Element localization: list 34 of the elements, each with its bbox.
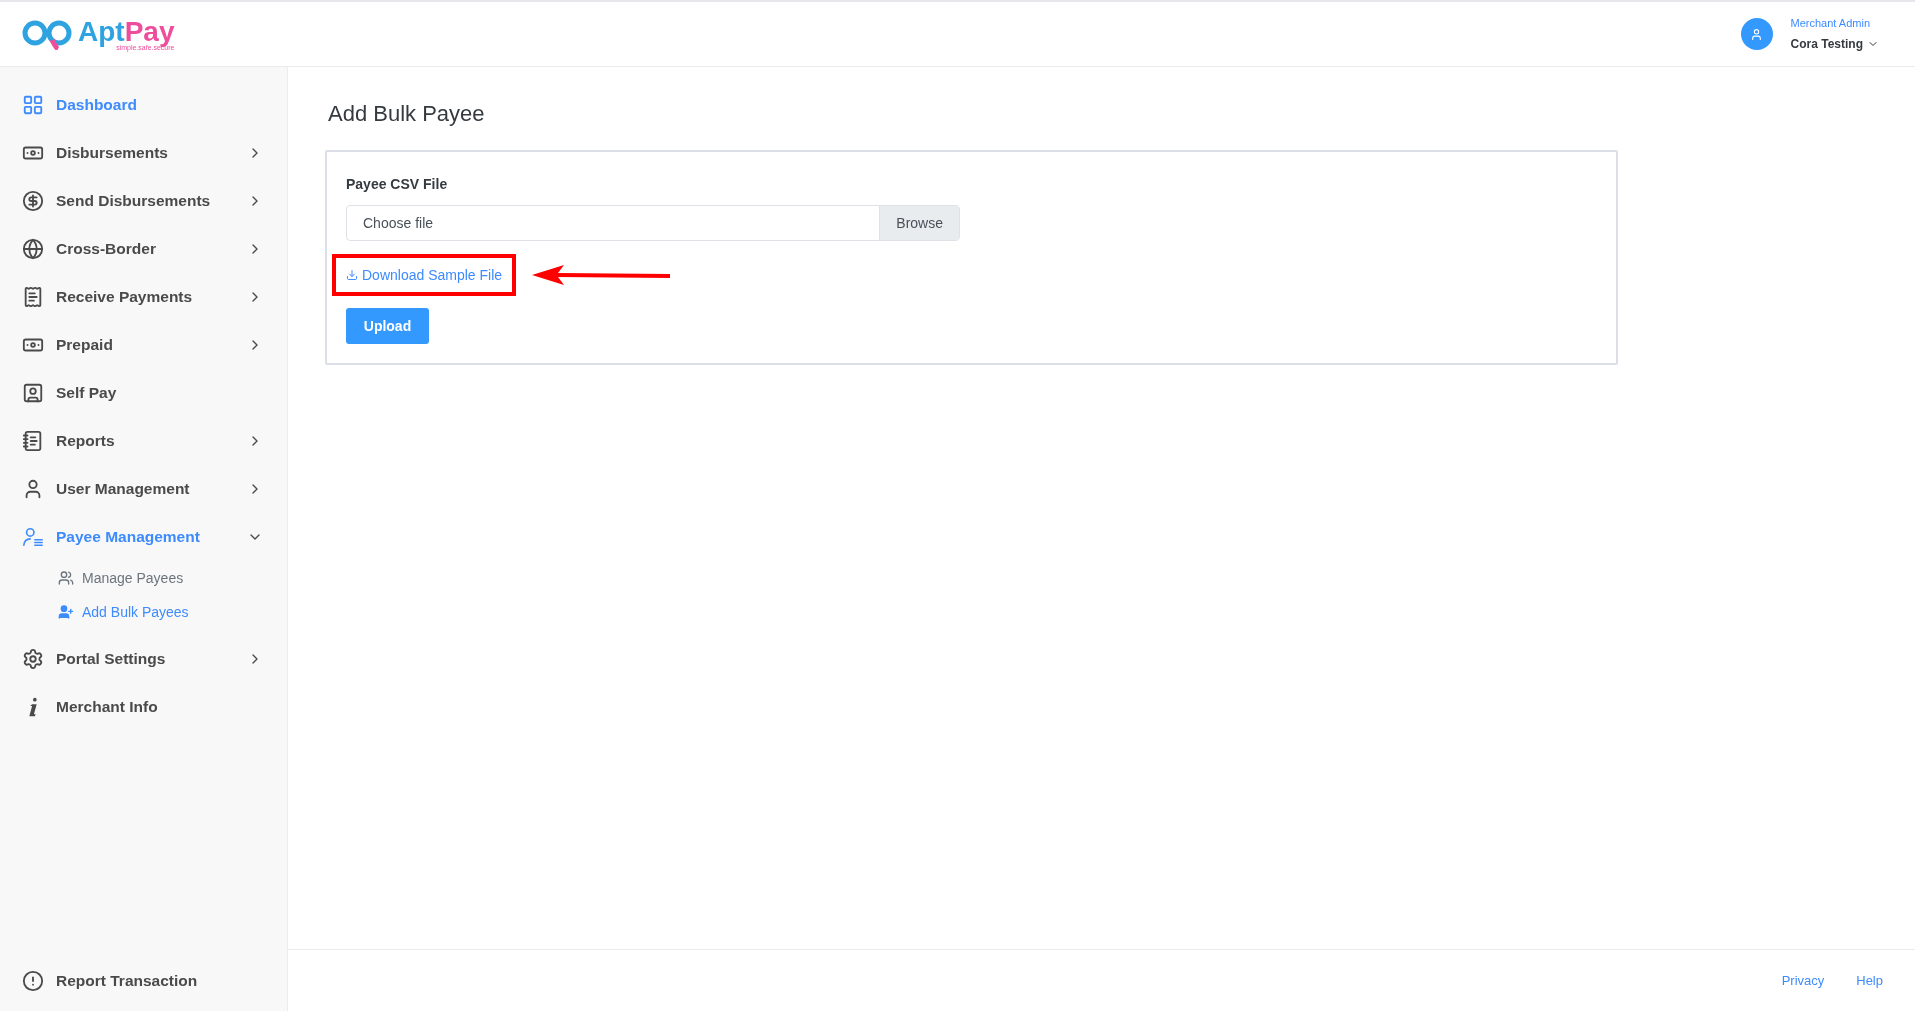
sidebar-item[interactable]: User Management <box>0 465 287 513</box>
sidebar-item[interactable]: Cross-Border <box>0 225 287 273</box>
avatar[interactable] <box>1740 18 1773 50</box>
user-icon <box>1750 27 1764 41</box>
dollar-icon <box>22 190 44 212</box>
person-list-icon <box>22 526 44 548</box>
sidebar-item[interactable]: Merchant Info <box>0 683 287 731</box>
receipt-icon <box>22 286 44 308</box>
file-input[interactable]: Choose file Browse <box>346 205 960 241</box>
sidebar-item[interactable]: Reports <box>0 417 287 465</box>
sidebar-item[interactable]: Self Pay <box>0 369 287 417</box>
settings-icon <box>22 648 44 670</box>
sidebar-item[interactable]: Portal Settings <box>0 635 287 683</box>
sidebar-item[interactable]: Prepaid <box>0 321 287 369</box>
field-label: Payee CSV File <box>346 175 449 194</box>
user-plus-icon <box>58 604 74 620</box>
sidebar-item[interactable]: Send Disbursements <box>0 177 287 225</box>
user-role: Merchant Admin <box>1790 15 1872 31</box>
globe-icon <box>22 238 44 260</box>
alert-icon <box>22 970 44 992</box>
users-icon <box>58 570 74 586</box>
logo-icon <box>22 18 74 50</box>
download-icon <box>346 269 358 281</box>
browse-button[interactable]: Browse <box>879 206 959 240</box>
sidebar-item[interactable]: Disbursements <box>0 129 287 177</box>
page-title: Add Bulk Payee <box>328 100 486 128</box>
sidebar-item[interactable]: Report Transaction <box>0 957 287 1005</box>
sidebar-item[interactable]: Receive Payments <box>0 273 287 321</box>
user-menu[interactable]: Cora Testing <box>1790 35 1879 54</box>
grid-icon <box>22 94 44 116</box>
report-icon <box>22 430 44 452</box>
logo-wordmark: AptPay <box>78 17 175 46</box>
submenu-item[interactable]: Manage Payees <box>0 561 287 595</box>
user-square-icon <box>22 382 44 404</box>
